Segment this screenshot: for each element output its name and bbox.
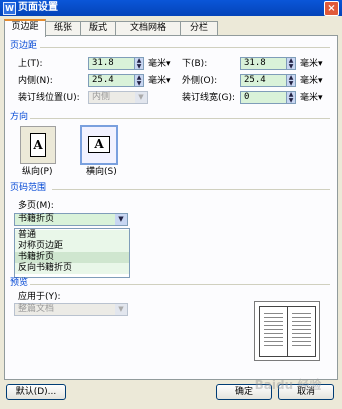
bottom-margin-label: 下(B): <box>182 59 208 69</box>
inside-margin-input[interactable]: 25.4 <box>88 74 138 87</box>
group-title-preview: 预览 <box>10 278 31 289</box>
gutter-position-select[interactable]: 内侧 ▼ <box>88 91 148 104</box>
inside-margin-label: 内侧(N): <box>18 76 53 86</box>
option-book-fold[interactable]: 书籍折页 <box>15 252 129 263</box>
bottom-margin-spinner[interactable]: 31.8 ▲ ▼ <box>240 57 298 70</box>
gutter-width-label: 装订线宽(G): <box>182 93 236 103</box>
option-mirror-margins[interactable]: 对称页边距 <box>15 241 129 252</box>
up-down-arrows-icon[interactable]: ▲ ▼ <box>286 74 296 87</box>
up-down-arrows-icon[interactable]: ▲ ▼ <box>286 91 296 104</box>
chevron-down-icon[interactable]: ▼ <box>135 92 147 103</box>
group-title-margins: 页边距 <box>10 41 40 52</box>
preview-text-line <box>264 313 283 314</box>
preview-text-line <box>292 313 311 314</box>
preview-left-page <box>259 306 288 357</box>
divider <box>40 47 330 48</box>
preview-text-line <box>292 321 311 322</box>
gutter-position-label: 装订线位置(U): <box>18 93 80 103</box>
landscape-label: 横向(S) <box>86 167 117 177</box>
divider <box>30 118 330 119</box>
preview-text-line <box>292 325 311 326</box>
inside-margin-spinner[interactable]: 25.4 ▲ ▼ <box>88 74 146 87</box>
preview-text-line <box>292 317 311 318</box>
multiple-pages-value: 书籍折页 <box>18 214 55 224</box>
tab-document-grid[interactable]: 文档网格 <box>115 21 181 35</box>
bottom-margin-input[interactable]: 31.8 <box>240 57 290 70</box>
top-margin-input[interactable]: 31.8 <box>88 57 138 70</box>
preview-text-line <box>264 341 283 342</box>
chevron-down-icon[interactable]: ▼ <box>115 304 127 315</box>
preview-text-line <box>264 333 283 334</box>
preview-right-page <box>287 306 316 357</box>
preview-text-line <box>292 329 311 330</box>
apply-to-value: 整篇文档 <box>18 304 55 314</box>
gutter-position-value: 内侧 <box>92 92 111 102</box>
preview-text-line <box>264 325 283 326</box>
outside-margin-label: 外侧(O): <box>182 76 218 86</box>
group-title-page-range: 页码范围 <box>10 183 49 194</box>
cancel-button[interactable]: 取消 <box>278 384 334 400</box>
up-down-arrows-icon[interactable]: ▲ ▼ <box>286 57 296 70</box>
gutter-width-spinner[interactable]: 0 ▲ ▼ <box>240 91 298 104</box>
preview-text-line <box>292 333 311 334</box>
title-bar: W 页面设置 × <box>0 0 342 16</box>
gutter-width-unit[interactable]: 毫米▾ <box>300 92 323 104</box>
outside-margin-unit[interactable]: 毫米▾ <box>300 75 323 87</box>
apply-to-select[interactable]: 整篇文档 ▼ <box>14 303 128 316</box>
page-setup-dialog: W 页面设置 × 页边距 纸张 版式 文档网格 分栏 页边距 上(T): 31.… <box>0 0 342 409</box>
preview-text-line <box>264 317 283 318</box>
group-title-orientation: 方向 <box>10 112 31 123</box>
ok-button[interactable]: 确定 <box>216 384 272 400</box>
preview-text-line <box>264 337 283 338</box>
default-button[interactable]: 默认(D)... <box>6 384 66 400</box>
page-preview <box>254 301 320 361</box>
multiple-pages-label: 多页(M): <box>18 201 54 211</box>
up-down-arrows-icon[interactable]: ▲ ▼ <box>134 57 144 70</box>
inside-margin-unit[interactable]: 毫米▾ <box>148 75 171 87</box>
multiple-pages-dropdown-list: 普通 对称页边距 书籍折页 反向书籍折页 <box>14 228 130 278</box>
top-margin-unit[interactable]: 毫米▾ <box>148 58 171 70</box>
preview-text-line <box>292 337 311 338</box>
top-margin-spinner[interactable]: 31.8 ▲ ▼ <box>88 57 146 70</box>
preview-text-line <box>292 341 311 342</box>
tab-margins[interactable]: 页边距 <box>4 19 46 37</box>
gutter-width-input[interactable]: 0 <box>240 91 290 104</box>
bottom-margin-unit[interactable]: 毫米▾ <box>300 58 323 70</box>
tab-layout[interactable]: 版式 <box>80 21 116 35</box>
landscape-button[interactable]: A <box>80 125 118 165</box>
up-down-arrows-icon[interactable]: ▲ ▼ <box>134 74 144 87</box>
close-button[interactable]: × <box>324 1 339 16</box>
divider <box>30 284 330 285</box>
outside-margin-input[interactable]: 25.4 <box>240 74 290 87</box>
chevron-down-icon[interactable]: ▼ <box>115 214 127 225</box>
dialog-title: 页面设置 <box>18 2 58 13</box>
option-normal[interactable]: 普通 <box>15 230 129 241</box>
tab-columns[interactable]: 分栏 <box>180 21 218 35</box>
preview-text-line <box>264 329 283 330</box>
top-margin-label: 上(T): <box>18 59 43 69</box>
option-reverse-book-fold[interactable]: 反向书籍折页 <box>15 263 129 274</box>
portrait-label: 纵向(P) <box>22 167 53 177</box>
preview-text-line <box>292 345 311 346</box>
apply-to-label: 应用于(Y): <box>18 292 61 302</box>
portrait-page-icon: A <box>30 133 46 157</box>
wps-writer-icon: W <box>3 2 16 15</box>
tab-paper[interactable]: 纸张 <box>45 21 81 35</box>
landscape-page-icon: A <box>88 136 110 153</box>
portrait-button[interactable]: A <box>20 126 56 164</box>
divider <box>52 189 330 190</box>
preview-text-line <box>264 345 283 346</box>
multiple-pages-select[interactable]: 书籍折页 ▼ <box>14 213 128 226</box>
preview-text-line <box>264 321 283 322</box>
outside-margin-spinner[interactable]: 25.4 ▲ ▼ <box>240 74 298 87</box>
